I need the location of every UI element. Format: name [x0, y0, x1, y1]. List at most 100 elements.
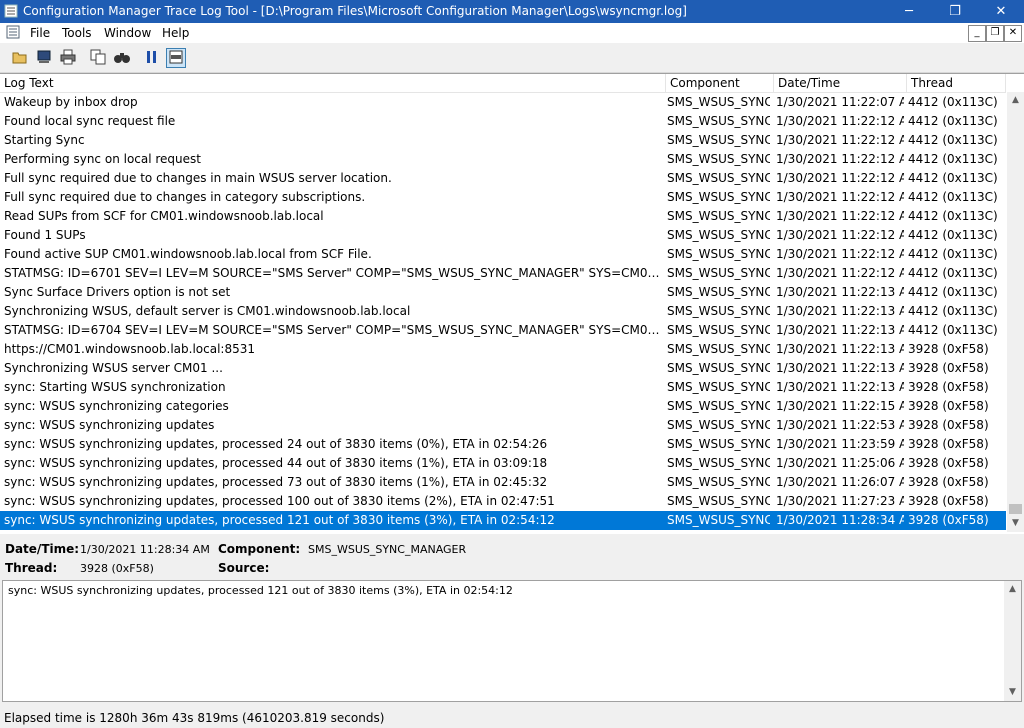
log-text-cell: STATMSG: ID=6704 SEV=I LEV=M SOURCE="SMS…	[4, 323, 664, 337]
mdi-restore-button[interactable]: ❐	[986, 25, 1004, 42]
print-icon[interactable]	[58, 48, 78, 68]
component-cell: SMS_WSUS_SYNC_MANAGER	[667, 399, 770, 413]
message-scroll-down-icon[interactable]: ▼	[1004, 684, 1021, 701]
component-cell: SMS_WSUS_SYNC_MANAGER	[667, 494, 770, 508]
datetime-cell: 1/30/2021 11:22:12 AM	[776, 190, 904, 204]
log-row[interactable]: sync: WSUS synchronizing categories SMS_W…	[0, 397, 1006, 416]
component-cell: SMS_WSUS_SYNC_MANAGER	[667, 418, 770, 432]
message-box[interactable]: sync: WSUS synchronizing updates, proces…	[2, 580, 1022, 702]
mdi-close-button[interactable]: ✕	[1004, 25, 1022, 42]
pause-icon[interactable]	[142, 48, 162, 68]
open-icon[interactable]	[10, 48, 30, 68]
datetime-cell: 1/30/2021 11:22:13 AM	[776, 380, 904, 394]
log-text-cell: sync: WSUS synchronizing updates	[4, 418, 215, 432]
highlight-icon[interactable]	[166, 48, 186, 68]
scroll-thumb[interactable]	[1009, 504, 1022, 514]
status-text: Elapsed time is 1280h 36m 43s 819ms (461…	[4, 711, 385, 725]
menu-file[interactable]: File	[30, 26, 50, 40]
component-cell: SMS_WSUS_SYNC_MANAGER	[667, 171, 770, 185]
thread-cell: 4412 (0x113C)	[908, 323, 998, 337]
component-cell: SMS_WSUS_SYNC_MANAGER	[667, 152, 770, 166]
find-icon[interactable]	[112, 48, 132, 68]
log-text-cell: sync: Starting WSUS synchronization	[4, 380, 226, 394]
maximize-button[interactable]: ❐	[932, 0, 978, 23]
datetime-label: Date/Time:	[5, 542, 80, 556]
datetime-cell: 1/30/2021 11:22:13 AM	[776, 323, 904, 337]
thread-cell: 4412 (0x113C)	[908, 304, 998, 318]
log-row[interactable]: Found 1 SUPs SMS_WSUS_SYNC_MANAGER 1/30/20…	[0, 226, 1006, 245]
menu-tools[interactable]: Tools	[62, 26, 92, 40]
component-cell: SMS_WSUS_SYNC_MANAGER	[667, 342, 770, 356]
log-text-cell: Found local sync request file	[4, 114, 176, 128]
thread-value: 3928 (0xF58)	[80, 562, 154, 575]
log-text-cell: Found active SUP CM01.windowsnoob.lab.lo…	[4, 247, 372, 261]
log-row[interactable]: Sync Surface Drivers option is not set SM…	[0, 283, 1006, 302]
log-text-cell: https://CM01.windowsnoob.lab.local:8531	[4, 342, 255, 356]
title-bar: Configuration Manager Trace Log Tool - […	[0, 0, 1024, 23]
component-cell: SMS_WSUS_SYNC_MANAGER	[667, 190, 770, 204]
component-cell: SMS_WSUS_SYNC_MANAGER	[667, 475, 770, 489]
component-cell: SMS_WSUS_SYNC_MANAGER	[667, 380, 770, 394]
message-scroll-up-icon[interactable]: ▲	[1004, 581, 1021, 598]
log-row[interactable]: sync: WSUS synchronizing updates SMS_WSUS…	[0, 416, 1006, 435]
datetime-cell: 1/30/2021 11:22:13 AM	[776, 285, 904, 299]
component-cell: SMS_WSUS_SYNC_MANAGER	[667, 247, 770, 261]
log-row[interactable]: sync: WSUS synchronizing updates, proces…	[0, 435, 1006, 454]
log-row[interactable]: sync: WSUS synchronizing updates, proces…	[0, 511, 1006, 530]
thread-cell: 3928 (0xF58)	[908, 456, 989, 470]
log-row[interactable]: Starting Sync SMS_WSUS_SYNC_MANAGER 1/30/2…	[0, 131, 1006, 150]
log-rows: Wakeup by inbox drop SMS_WSUS_SYNC_MANAGE…	[0, 93, 1006, 531]
thread-label: Thread:	[5, 561, 58, 575]
log-row[interactable]: sync: WSUS synchronizing updates, proces…	[0, 473, 1006, 492]
component-cell: SMS_WSUS_SYNC_MANAGER	[667, 456, 770, 470]
document-icon[interactable]	[6, 25, 20, 39]
log-row[interactable]: sync: WSUS synchronizing updates, proces…	[0, 492, 1006, 511]
log-row[interactable]: Full sync required due to changes in cat…	[0, 188, 1006, 207]
log-text-cell: Found 1 SUPs	[4, 228, 86, 242]
source-label: Source:	[218, 561, 270, 575]
server-icon[interactable]	[34, 48, 54, 68]
log-row[interactable]: https://CM01.windowsnoob.lab.local:8531 S…	[0, 340, 1006, 359]
log-list[interactable]: Log Text Component Date/Time Thread Wake…	[0, 73, 1024, 534]
column-component[interactable]: Component	[666, 74, 774, 92]
thread-cell: 3928 (0xF58)	[908, 380, 989, 394]
log-row[interactable]: STATMSG: ID=6704 SEV=I LEV=M SOURCE="SMS…	[0, 321, 1006, 340]
datetime-cell: 1/30/2021 11:22:12 AM	[776, 247, 904, 261]
menu-window[interactable]: Window	[104, 26, 151, 40]
thread-cell: 4412 (0x113C)	[908, 171, 998, 185]
window-title: Configuration Manager Trace Log Tool - […	[23, 4, 687, 18]
datetime-value: 1/30/2021 11:28:34 AM	[80, 543, 210, 556]
message-scrollbar[interactable]: ▲ ▼	[1004, 581, 1021, 701]
datetime-cell: 1/30/2021 11:22:12 AM	[776, 209, 904, 223]
thread-cell: 4412 (0x113C)	[908, 266, 998, 280]
column-datetime[interactable]: Date/Time	[774, 74, 907, 92]
component-cell: SMS_WSUS_SYNC_MANAGER	[667, 209, 770, 223]
column-thread[interactable]: Thread	[907, 74, 1006, 92]
log-row[interactable]: Wakeup by inbox drop SMS_WSUS_SYNC_MANAGE…	[0, 93, 1006, 112]
copy-icon[interactable]	[88, 48, 108, 68]
thread-cell: 3928 (0xF58)	[908, 513, 989, 527]
log-row[interactable]: Read SUPs from SCF for CM01.windowsnoob.…	[0, 207, 1006, 226]
log-row[interactable]: Synchronizing WSUS, default server is CM…	[0, 302, 1006, 321]
log-row[interactable]: Full sync required due to changes in mai…	[0, 169, 1006, 188]
scroll-up-arrow-icon[interactable]: ▲	[1007, 92, 1024, 109]
log-scrollbar[interactable]: ▲ ▼	[1007, 92, 1024, 532]
log-row[interactable]: sync: WSUS synchronizing updates, proces…	[0, 454, 1006, 473]
log-row[interactable]: Found local sync request file SMS_WSUS_SY…	[0, 112, 1006, 131]
component-cell: SMS_WSUS_SYNC_MANAGER	[667, 133, 770, 147]
column-log-text[interactable]: Log Text	[0, 74, 666, 92]
log-row[interactable]: Found active SUP CM01.windowsnoob.lab.lo…	[0, 245, 1006, 264]
datetime-cell: 1/30/2021 11:22:13 AM	[776, 304, 904, 318]
menu-help[interactable]: Help	[162, 26, 189, 40]
log-row[interactable]: Synchronizing WSUS server CM01 ... SMS_WS…	[0, 359, 1006, 378]
thread-cell: 3928 (0xF58)	[908, 361, 989, 375]
mdi-minimize-button[interactable]: _	[968, 25, 986, 42]
scroll-down-arrow-icon[interactable]: ▼	[1007, 515, 1024, 532]
log-row[interactable]: Performing sync on local request SMS_WSUS…	[0, 150, 1006, 169]
close-button[interactable]: ✕	[978, 0, 1024, 23]
log-row[interactable]: sync: Starting WSUS synchronization SMS_W…	[0, 378, 1006, 397]
log-row[interactable]: STATMSG: ID=6701 SEV=I LEV=M SOURCE="SMS…	[0, 264, 1006, 283]
thread-cell: 4412 (0x113C)	[908, 228, 998, 242]
datetime-cell: 1/30/2021 11:22:12 AM	[776, 266, 904, 280]
minimize-button[interactable]: ─	[886, 0, 932, 23]
